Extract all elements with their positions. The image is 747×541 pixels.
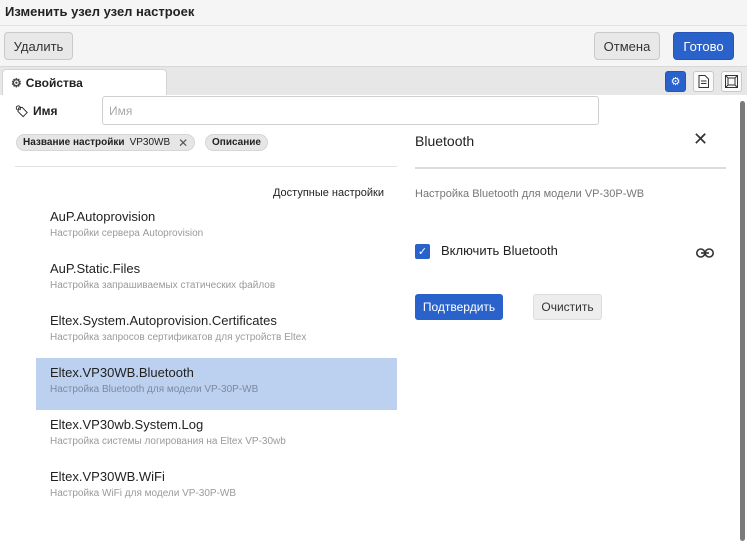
list-item-title: AuP.Static.Files bbox=[50, 261, 141, 276]
list-item-title: Eltex.VP30WB.WiFi bbox=[50, 469, 165, 484]
list-item-subtitle: Настройка запрашиваемых статических файл… bbox=[50, 280, 276, 291]
setting-name-filter-chip[interactable]: Название настройки VP30WB ✕ bbox=[16, 134, 196, 151]
gear-icon: ⚙ bbox=[670, 76, 681, 88]
list-item-title: Eltex.System.Autoprovision.Certificates bbox=[50, 313, 277, 328]
close-icon[interactable]: ✕ bbox=[693, 129, 708, 150]
confirm-button[interactable]: Подтвердить bbox=[415, 294, 503, 320]
chip-label: Название настройки bbox=[23, 137, 125, 148]
scrollbar[interactable] bbox=[740, 101, 745, 541]
window-title: Изменить узел узел настроек bbox=[5, 4, 195, 19]
cancel-button[interactable]: Отмена bbox=[594, 32, 660, 60]
link-icon[interactable] bbox=[696, 245, 714, 261]
list-item-title: Eltex.VP30wb.System.Log bbox=[50, 417, 204, 432]
name-input[interactable] bbox=[102, 96, 599, 125]
tab-strip: ⚙ Свойства ⚙ bbox=[0, 66, 747, 96]
list-item[interactable]: AuP.Static.Files Настройка запрашиваемых… bbox=[36, 254, 397, 306]
list-item-selected[interactable]: Eltex.VP30WB.Bluetooth Настройка Bluetoo… bbox=[36, 358, 397, 410]
window-titlebar: Изменить узел узел настроек bbox=[0, 0, 747, 26]
delete-button[interactable]: Удалить bbox=[4, 32, 73, 60]
list-item[interactable]: Eltex.System.Autoprovision.Certificates … bbox=[36, 306, 397, 358]
done-button[interactable]: Готово bbox=[673, 32, 734, 60]
content-area: 🏷 Имя Название настройки VP30WB ✕ Описан… bbox=[0, 95, 747, 541]
list-item-subtitle: Настройка запросов сертификатов для устр… bbox=[50, 332, 307, 343]
list-item-title: Eltex.VP30WB.Bluetooth bbox=[50, 365, 194, 380]
chip-value: VP30WB bbox=[129, 137, 171, 148]
detail-divider bbox=[415, 167, 726, 169]
tag-icon: 🏷 bbox=[15, 105, 29, 118]
list-item-subtitle: Настройка системы логирования на Eltex V… bbox=[50, 436, 286, 447]
detail-title: Bluetooth bbox=[415, 133, 475, 149]
name-label: 🏷 Имя bbox=[15, 104, 57, 118]
tab-properties[interactable]: ⚙ Свойства bbox=[2, 69, 167, 96]
list-item-subtitle: Настройка WiFi для модели VP-30P-WB bbox=[50, 488, 237, 499]
enable-bluetooth-checkbox[interactable]: ✓ bbox=[415, 244, 430, 259]
list-item-title: AuP.Autoprovision bbox=[50, 209, 156, 224]
name-label-text: Имя bbox=[32, 104, 58, 118]
list-item[interactable]: AuP.Autoprovision Настройки сервера Auto… bbox=[36, 202, 397, 254]
list-item-subtitle: Настройки сервера Autoprovision bbox=[50, 228, 204, 239]
checkmark-icon: ✓ bbox=[417, 246, 428, 258]
settings-view-button[interactable]: ⚙ bbox=[665, 71, 686, 92]
layout-view-button[interactable] bbox=[721, 71, 742, 92]
list-item[interactable]: Eltex.VP30WB.WiFi Настройка WiFi для мод… bbox=[36, 462, 397, 514]
settings-list: AuP.Autoprovision Настройки сервера Auto… bbox=[36, 202, 397, 514]
divider bbox=[15, 166, 397, 167]
gear-icon: ⚙ bbox=[11, 76, 22, 90]
description-filter-chip[interactable]: Описание bbox=[205, 134, 268, 151]
clear-button[interactable]: Очистить bbox=[533, 294, 602, 320]
layout-icon bbox=[725, 75, 738, 88]
close-icon[interactable]: ✕ bbox=[178, 136, 188, 150]
tab-properties-label: Свойства bbox=[25, 76, 83, 90]
available-settings-header: Доступные настройки bbox=[272, 187, 384, 199]
list-item[interactable]: Eltex.VP30wb.System.Log Настройка систем… bbox=[36, 410, 397, 462]
document-icon bbox=[698, 75, 709, 88]
list-item-subtitle: Настройка Bluetooth для модели VP-30P-WB bbox=[50, 384, 259, 395]
chip-label: Описание bbox=[212, 137, 261, 148]
document-view-button[interactable] bbox=[693, 71, 714, 92]
detail-description: Настройка Bluetooth для модели VP-30P-WB bbox=[415, 188, 645, 200]
toolbar: Удалить Отмена Готово bbox=[0, 26, 747, 66]
enable-bluetooth-label[interactable]: Включить Bluetooth bbox=[441, 243, 558, 258]
